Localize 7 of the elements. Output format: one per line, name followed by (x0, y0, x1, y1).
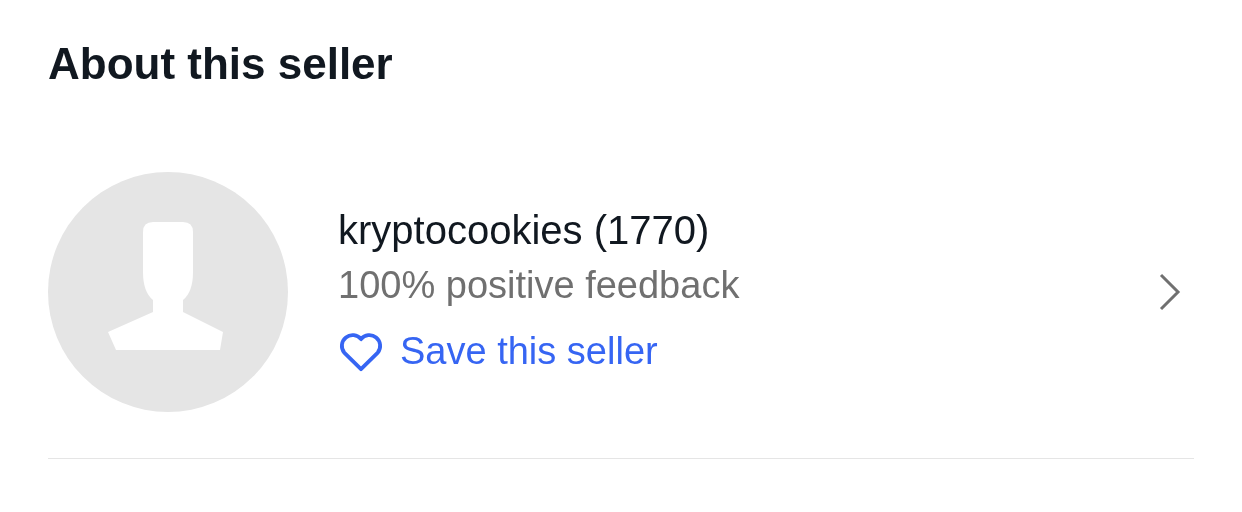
section-title: About this seller (48, 38, 394, 90)
chevron-right-icon (1158, 272, 1182, 312)
save-seller-link[interactable]: Save this seller (338, 324, 658, 378)
seller-name: kryptocookies (1770) (338, 207, 711, 254)
seller-card[interactable]: kryptocookies (1770) 100% positive feedback Save this seller (48, 172, 1194, 412)
avatar-icon (48, 172, 288, 412)
feedback-text: 100% positive feedback (338, 263, 741, 308)
